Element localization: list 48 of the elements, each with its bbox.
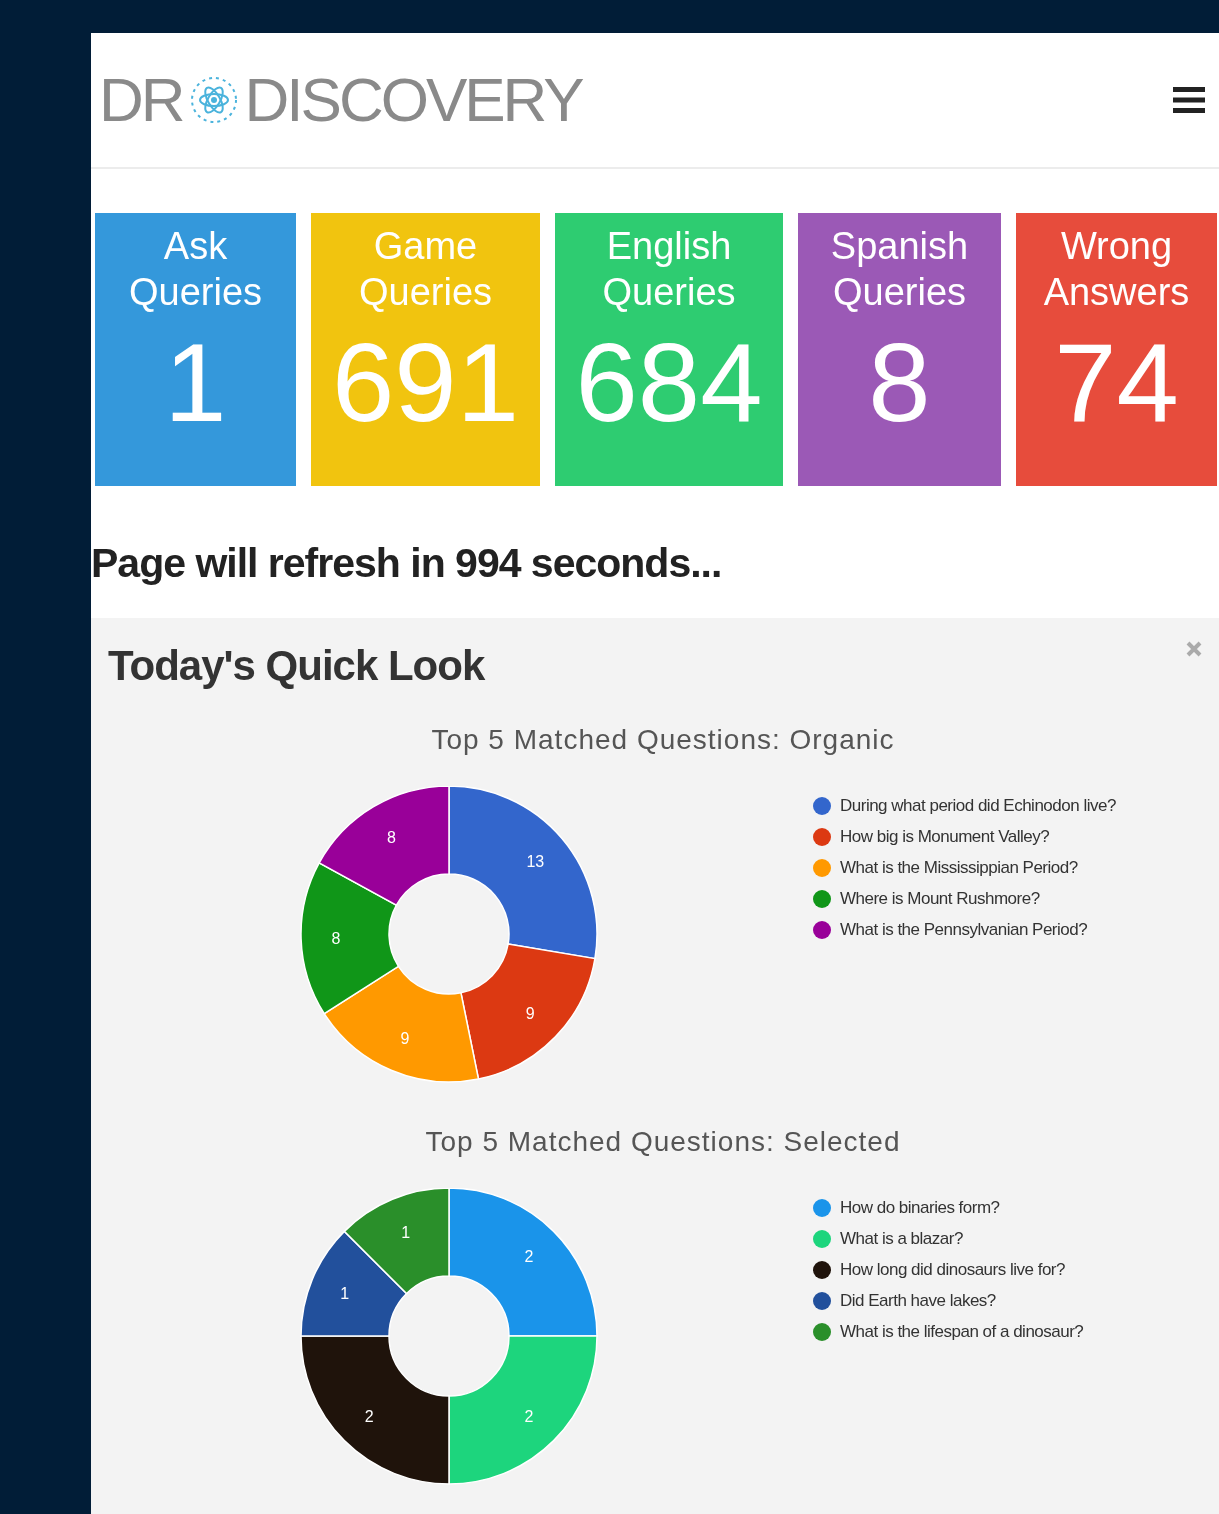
tile-count: 684 (575, 327, 763, 439)
legend-label: How big is Monument Valley? (840, 826, 1050, 847)
slice-label: 1 (340, 1284, 350, 1302)
tile-title: Ask Queries (127, 224, 264, 315)
tile-title: Spanish Queries (829, 224, 970, 315)
legend-dot (813, 1260, 831, 1279)
slice-label: 8 (331, 929, 341, 947)
legend-dot (813, 827, 831, 846)
slice-label: 9 (525, 1004, 535, 1022)
legend-label: What is the Mississippian Period? (840, 857, 1078, 878)
atom-icon (188, 75, 239, 125)
legend-label: What is a blazar? (840, 1228, 963, 1249)
legend-dot (813, 920, 831, 939)
legend-label: How long did dinosaurs live for? (840, 1259, 1065, 1280)
tile-count: 691 (332, 327, 519, 439)
legend-dot (813, 1322, 831, 1341)
legend-label: Where is Mount Rushmore? (840, 888, 1040, 909)
tile-title: English Queries (601, 224, 737, 315)
tile-count: 74 (1054, 327, 1179, 439)
menu-icon[interactable] (1173, 86, 1205, 114)
tile-title: Wrong Answers (1042, 224, 1191, 315)
logo-text: DISCOVERY (244, 69, 582, 131)
legend-label: What is the Pennsylvanian Period? (840, 919, 1088, 940)
chart-title: Top 5 Matched Questions: Selected (424, 1125, 902, 1159)
legend-label: Did Earth have lakes? (840, 1290, 996, 1311)
legend-dot (813, 1229, 831, 1248)
legend-label: How do binaries form? (840, 1197, 1000, 1218)
chart-title: Top 5 Matched Questions: Organic (430, 723, 896, 757)
legend-dot (813, 858, 831, 877)
tile-count: 1 (164, 327, 227, 439)
panel-title: Today's Quick Look (108, 641, 485, 691)
logo-text: DR (99, 69, 183, 131)
tile-title: Game Queries (357, 224, 494, 315)
legend-label: What is the lifespan of a dinosaur? (840, 1321, 1084, 1342)
legend-dot (813, 889, 831, 908)
legend-dot (813, 1291, 831, 1310)
slice-label: 1 (401, 1223, 411, 1241)
tile-count: 8 (868, 327, 931, 439)
slice-label: 9 (400, 1030, 410, 1048)
slice-label: 2 (524, 1248, 534, 1266)
slice-label: 13 (526, 853, 545, 871)
legend-dot (813, 1198, 831, 1217)
legend-label: During what period did Echinodon live? (840, 795, 1116, 816)
slice-label: 8 (386, 828, 396, 846)
refresh-notice: Page will refresh in 994 seconds... (91, 539, 723, 588)
legend-dot (813, 796, 831, 815)
slice-label: 2 (364, 1407, 374, 1425)
slice-label: 2 (524, 1407, 534, 1425)
